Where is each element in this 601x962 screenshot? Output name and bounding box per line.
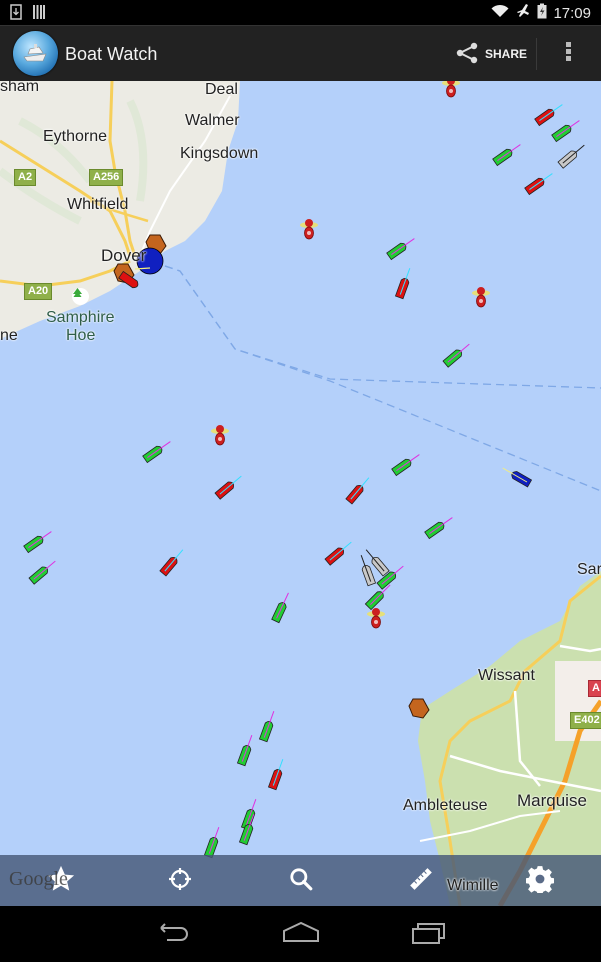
buoy-marker[interactable]	[300, 219, 318, 240]
bottom-toolbar	[0, 855, 601, 906]
buoy-marker[interactable]	[211, 425, 229, 446]
google-attribution: Google	[9, 868, 68, 890]
place-label: Sar	[577, 561, 601, 578]
place-label: Whitfield	[67, 196, 129, 213]
action-bar: Boat Watch SHARE	[0, 25, 601, 82]
ruler-icon	[408, 866, 434, 897]
search-icon	[288, 866, 314, 897]
vessel-marker-red[interactable]	[534, 101, 565, 127]
settings-button[interactable]	[522, 863, 558, 899]
place-label: Deal	[205, 81, 238, 98]
place-label: Eythorne	[43, 128, 108, 145]
recent-apps-icon[interactable]	[409, 920, 449, 948]
buoy-marker[interactable]	[472, 287, 490, 308]
park-tree-icon[interactable]	[72, 288, 89, 305]
vessel-marker-green[interactable]	[203, 826, 222, 859]
vessel-marker-red[interactable]	[214, 473, 244, 500]
gear-icon	[525, 865, 555, 898]
my-location-button[interactable]	[162, 863, 198, 899]
vessel-marker-green[interactable]	[492, 141, 523, 167]
overflow-menu-icon[interactable]	[556, 40, 580, 68]
share-button[interactable]: SHARE	[455, 26, 535, 82]
share-icon	[455, 41, 479, 68]
home-icon[interactable]	[281, 920, 321, 948]
vessel-marker-green[interactable]	[23, 528, 54, 554]
road-badge: A20	[24, 283, 53, 300]
road-badge: A	[588, 680, 601, 697]
place-label: Hoe	[66, 327, 96, 344]
vessel-marker-red[interactable]	[324, 539, 354, 566]
airplane-mode-icon	[515, 3, 531, 23]
search-button[interactable]	[283, 863, 319, 899]
road-badge: A2	[14, 169, 37, 186]
shipping-lane-line	[164, 265, 601, 492]
vessel-marker-green[interactable]	[442, 341, 472, 368]
barcode-icon	[32, 4, 46, 25]
navigation-bar	[0, 906, 601, 962]
place-label: ne	[0, 327, 18, 344]
vessel-marker-red[interactable]	[345, 475, 372, 505]
vessel-marker-green[interactable]	[28, 558, 58, 585]
vessel-marker-red[interactable]	[159, 547, 186, 577]
place-label: Walmer	[185, 112, 240, 129]
vessel-marker-green[interactable]	[551, 117, 582, 143]
place-label: Marquise	[517, 791, 587, 810]
action-bar-divider	[536, 38, 537, 70]
vessel-marker-blue[interactable]	[501, 465, 533, 488]
download-icon	[10, 4, 22, 25]
vessel-marker-green[interactable]	[258, 710, 277, 743]
vessel-marker-green[interactable]	[142, 438, 173, 464]
status-bar: 17:09	[0, 0, 601, 25]
cruise-ship-logo-icon[interactable]	[13, 31, 58, 76]
back-icon[interactable]	[153, 920, 193, 948]
place-label: Kingsdown	[180, 145, 259, 162]
place-label: sham	[0, 81, 40, 95]
battery-charging-icon	[537, 3, 547, 23]
place-label: Samphire	[46, 309, 115, 326]
shipping-lane-line	[164, 265, 601, 389]
road-badge: E402	[570, 712, 601, 729]
place-label: Wissant	[478, 667, 535, 684]
place-label: Ambleteuse	[403, 797, 488, 814]
map-view[interactable]: sham Deal Walmer Eythorne Kingsdown Whit…	[0, 81, 601, 906]
road-badge: A256	[89, 169, 124, 186]
vessel-marker-green[interactable]	[391, 451, 422, 477]
app-title: Boat Watch	[65, 44, 158, 64]
vessel-marker-green[interactable]	[271, 591, 292, 624]
crosshair-icon	[168, 867, 192, 896]
wifi-icon	[491, 4, 509, 22]
share-label: SHARE	[485, 47, 528, 61]
place-label: Wimille	[447, 877, 499, 894]
vessel-marker-red[interactable]	[267, 758, 286, 791]
vessel-marker-green[interactable]	[386, 235, 417, 261]
vessel-marker-green[interactable]	[424, 514, 455, 540]
vessel-marker-red[interactable]	[524, 170, 555, 196]
vessel-marker-red[interactable]	[394, 267, 413, 300]
vessel-marker-green[interactable]	[236, 734, 255, 767]
clock: 17:09	[553, 4, 591, 22]
measure-button[interactable]	[403, 863, 439, 899]
place-label: Dover	[101, 246, 147, 265]
buoy-marker[interactable]	[442, 81, 460, 98]
buoy-marker[interactable]	[367, 608, 385, 629]
vessel-marker-grey[interactable]	[557, 142, 587, 169]
